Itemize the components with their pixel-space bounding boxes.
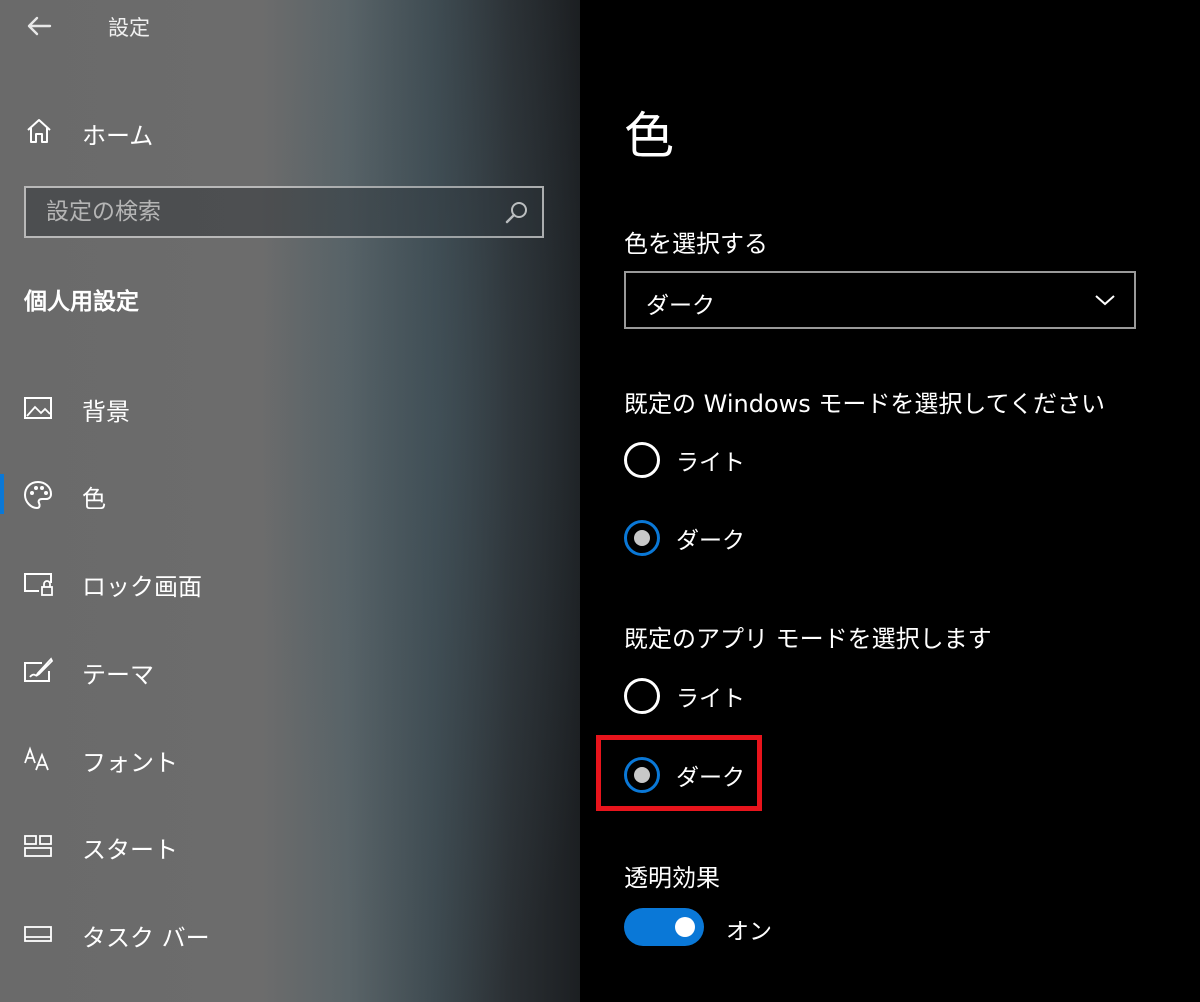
sidebar-item-taskbar[interactable]: タスク バー: [0, 906, 580, 962]
windows-mode-dark-option[interactable]: ダーク: [624, 518, 924, 558]
radio-label: ダーク: [676, 528, 745, 554]
section-title: 個人用設定: [24, 289, 139, 315]
font-icon: [24, 746, 49, 771]
sidebar-item-label: ホーム: [82, 122, 154, 150]
back-arrow-icon: [27, 16, 52, 36]
sidebar-item-label: ロック画面: [82, 573, 202, 601]
toggle-knob: [675, 917, 695, 937]
sidebar-item-lock-screen[interactable]: ロック画面: [0, 555, 580, 611]
app-mode-light-option[interactable]: ライト: [624, 676, 924, 716]
dropdown-value: ダーク: [646, 293, 715, 319]
sidebar-item-home[interactable]: ホーム: [0, 106, 580, 156]
windows-mode-label: 既定の Windows モードを選択してください: [624, 390, 1105, 418]
sidebar: 設定 ホーム 個人用設定 背景 色: [0, 0, 580, 1002]
transparency-label: 透明効果: [624, 864, 720, 892]
search-box[interactable]: [24, 186, 544, 238]
sidebar-item-background[interactable]: 背景: [0, 380, 580, 436]
lock-screen-icon: [24, 573, 53, 596]
sidebar-item-label: フォント: [82, 749, 178, 777]
radio-label: ライト: [676, 450, 745, 476]
page-title: 色: [624, 107, 674, 165]
transparency-toggle[interactable]: [624, 908, 704, 946]
sidebar-item-label: テーマ: [82, 661, 154, 689]
sidebar-item-themes[interactable]: テーマ: [0, 643, 580, 699]
back-button[interactable]: [22, 10, 56, 42]
windows-mode-light-option[interactable]: ライト: [624, 440, 924, 480]
choose-color-dropdown[interactable]: ダーク: [624, 271, 1136, 329]
sidebar-item-colors[interactable]: 色: [0, 467, 580, 523]
radio-button[interactable]: [624, 678, 660, 714]
settings-content: 色 色を選択する ダーク 既定の Windows モードを選択してください ライ…: [580, 0, 1200, 1002]
radio-label: ライト: [676, 686, 745, 712]
sidebar-item-fonts[interactable]: フォント: [0, 731, 580, 787]
highlight-box: [596, 735, 762, 811]
choose-color-label: 色を選択する: [624, 230, 768, 258]
chevron-down-icon: [1095, 295, 1115, 306]
home-icon: [27, 119, 51, 143]
taskbar-icon: [24, 926, 52, 942]
sidebar-item-label: タスク バー: [82, 924, 210, 952]
search-icon[interactable]: [504, 200, 530, 226]
start-grid-icon: [24, 835, 52, 857]
radio-button[interactable]: [624, 520, 660, 556]
picture-icon: [24, 397, 52, 419]
search-input[interactable]: [26, 188, 486, 236]
radio-button[interactable]: [624, 442, 660, 478]
sidebar-item-start[interactable]: スタート: [0, 818, 580, 874]
app-mode-label: 既定のアプリ モードを選択します: [624, 625, 992, 653]
sidebar-item-label: 背景: [82, 398, 130, 426]
window-title: 設定: [108, 16, 150, 40]
palette-icon: [23, 480, 53, 510]
toggle-state-label: オン: [726, 919, 772, 945]
theme-brush-icon: [24, 657, 54, 682]
sidebar-item-label: 色: [82, 485, 106, 513]
sidebar-item-label: スタート: [82, 836, 178, 864]
